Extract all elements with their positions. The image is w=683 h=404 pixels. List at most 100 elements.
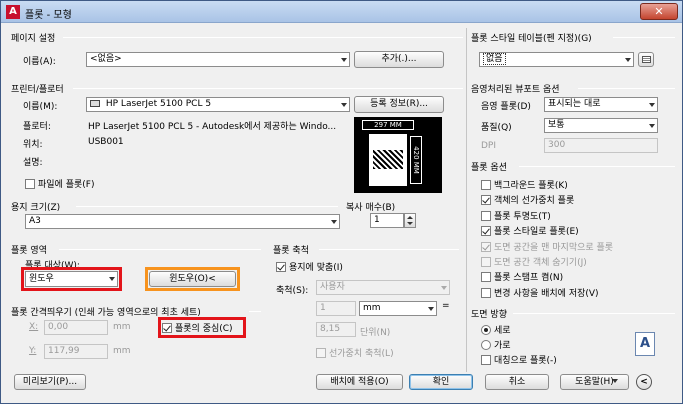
paper-width-dimension: 297 MM [362, 120, 414, 130]
plot-offset-divider [249, 311, 261, 312]
chevron-down-icon [625, 57, 631, 62]
plot-to-file-checkbox[interactable]: 파일에 플롯(F) [25, 177, 94, 190]
scale-value2-input[interactable]: 8,15 [316, 322, 356, 337]
plotter-value: HP LaserJet 5100 PCL 5 - Autodesk에서 제공하는… [88, 122, 337, 132]
add-page-setup-button[interactable]: 추가(.)... [354, 51, 444, 68]
checkbox-box [481, 257, 491, 267]
plot-options-divider [519, 166, 675, 167]
center-plot-checkbox[interactable]: 플롯의 중심(C) [162, 321, 233, 334]
dpi-input[interactable]: 300 [544, 138, 658, 153]
window-select-button[interactable]: 윈도우(O)< [149, 271, 236, 287]
spin-down-icon [407, 222, 413, 225]
close-button[interactable]: ✕ [640, 3, 678, 20]
copies-input[interactable]: 1 [370, 213, 404, 228]
printer-name-select[interactable]: HP LaserJet 5100 PCL 5 [86, 97, 350, 112]
chevron-down-icon [649, 123, 655, 128]
scale-unit2-label: 단위(N) [360, 328, 391, 338]
chevron-down-icon [331, 219, 337, 224]
plot-scale-title: 플롯 축척 [273, 246, 309, 256]
plot-option-checkbox[interactable]: 플롯 투명도(T) [481, 209, 551, 222]
checkbox-box [481, 272, 491, 282]
orientation-preview-icon: A [635, 332, 655, 356]
scale-unit-select[interactable]: mm [359, 301, 437, 316]
page-setup-title: 페이지 설정 [11, 34, 56, 44]
plot-option-checkbox[interactable]: 플롯 스타일로 플롯(E) [481, 224, 579, 237]
orientation-title: 도면 방향 [471, 310, 507, 320]
printer-properties-button[interactable]: 등록 정보(R)... [354, 96, 444, 113]
shaded-viewport-title: 음영처리된 뷰포트 옵션 [471, 85, 560, 95]
offset-y-unit: mm [113, 346, 131, 356]
page-setup-name-value: <없음> [90, 54, 122, 64]
cancel-button[interactable]: 취소 [485, 374, 549, 390]
plot-option-checkbox[interactable]: 백그라운드 플롯(K) [481, 178, 568, 191]
landscape-radio[interactable]: 가로 [481, 338, 511, 351]
plot-style-table-select[interactable]: 없음 [479, 52, 634, 67]
copies-spinner[interactable] [404, 213, 416, 228]
plot-option-checkbox[interactable]: 도면 공간을 맨 마지막으로 플롯 [481, 240, 613, 253]
shade-plot-label: 음영 플롯(D) [481, 102, 531, 112]
quality-label: 품질(Q) [481, 123, 512, 133]
scale-value: 사용자 [320, 282, 345, 292]
quality-select[interactable]: 보통 [544, 118, 658, 133]
plot-option-checkbox[interactable]: 변경 사항을 배치에 저장(V) [481, 286, 599, 299]
checkbox-box [481, 242, 491, 252]
dpi-label: DPI [481, 141, 497, 151]
paper-size-title: 용지 크기(Z) [11, 203, 61, 213]
plot-style-table-title: 플롯 스타일 테이블(펜 지정)(G) [471, 34, 592, 44]
column-divider [466, 28, 467, 372]
plot-area-hatch [373, 150, 403, 169]
help-button[interactable]: 도움말(H) [560, 374, 629, 390]
checkbox-box [481, 180, 491, 190]
title-bar[interactable]: A 플롯 - 모형 ✕ [1, 1, 682, 23]
plot-dialog: A 플롯 - 모형 ✕ 페이지 설정 이름(A): <없음> 추가(.)... … [0, 0, 683, 404]
radio-dot [481, 325, 491, 335]
checkbox-box [481, 288, 491, 298]
plot-scale-divider [319, 249, 459, 250]
chevron-down-icon [428, 306, 434, 311]
window-title: 플롯 - 모형 [25, 10, 72, 21]
portrait-radio[interactable]: 세로 [481, 323, 511, 336]
edit-plot-style-button[interactable] [638, 52, 654, 67]
scale-value1-input[interactable]: 1 [316, 301, 356, 316]
upside-down-checkbox[interactable]: 대칭으로 플롯(-) [481, 353, 557, 366]
offset-x-input[interactable]: 0,00 [44, 320, 108, 335]
checkbox-box [276, 262, 286, 272]
paper-size-select[interactable]: A3 [25, 214, 340, 229]
plot-what-select[interactable]: 윈도우 [25, 271, 118, 287]
shaded-viewport-divider [578, 88, 675, 89]
checkbox-box [162, 323, 172, 333]
apply-to-layout-button[interactable]: 배치에 적용(O) [316, 374, 403, 390]
page-setup-name-label: 이름(A): [23, 57, 56, 67]
plot-option-checkbox[interactable]: 플롯 스탬프 켬(N) [481, 270, 563, 283]
plot-what-value: 윈도우 [29, 274, 54, 284]
plot-style-table-value: 없음 [483, 53, 506, 65]
preview-button[interactable]: 미리보기(P)... [14, 374, 86, 390]
plot-option-checkbox[interactable]: 객체의 선가중치 플롯 [481, 193, 574, 206]
equals-sign: = [442, 301, 450, 311]
radio-dot [481, 340, 491, 350]
chevron-down-icon [649, 102, 655, 107]
offset-y-input[interactable]: 117,99 [44, 344, 108, 359]
fit-to-paper-checkbox[interactable]: 용지에 맞춤(I) [276, 260, 343, 273]
checkbox-box [25, 179, 35, 189]
plot-option-checkbox[interactable]: 도면 공간 객체 숨기기(J) [481, 255, 587, 268]
ok-button[interactable]: 확인 [409, 374, 473, 390]
shade-plot-select[interactable]: 표시되는 대로 [544, 97, 658, 112]
scale-lineweights-checkbox[interactable]: 선가중치 축척(L) [316, 346, 394, 359]
scale-label: 축척(S): [276, 286, 309, 296]
checkbox-box [481, 355, 491, 365]
autocad-app-icon: A [6, 5, 20, 19]
chevron-down-icon [109, 277, 115, 281]
scale-select[interactable]: 사용자 [316, 280, 450, 295]
offset-y-label: Y: [29, 346, 37, 356]
checkbox-box [481, 226, 491, 236]
less-options-button[interactable]: < [636, 374, 652, 390]
page-setup-name-select[interactable]: <없음> [86, 52, 350, 67]
description-label: 설명: [23, 158, 43, 168]
edit-table-icon [642, 56, 651, 63]
scale-unit-value: mm [363, 303, 381, 313]
printer-icon [90, 100, 100, 107]
plot-options-title: 플롯 옵션 [471, 163, 507, 173]
printer-name-label: 이름(M): [23, 102, 58, 112]
paper-height-dimension: 420 MM [412, 146, 420, 174]
